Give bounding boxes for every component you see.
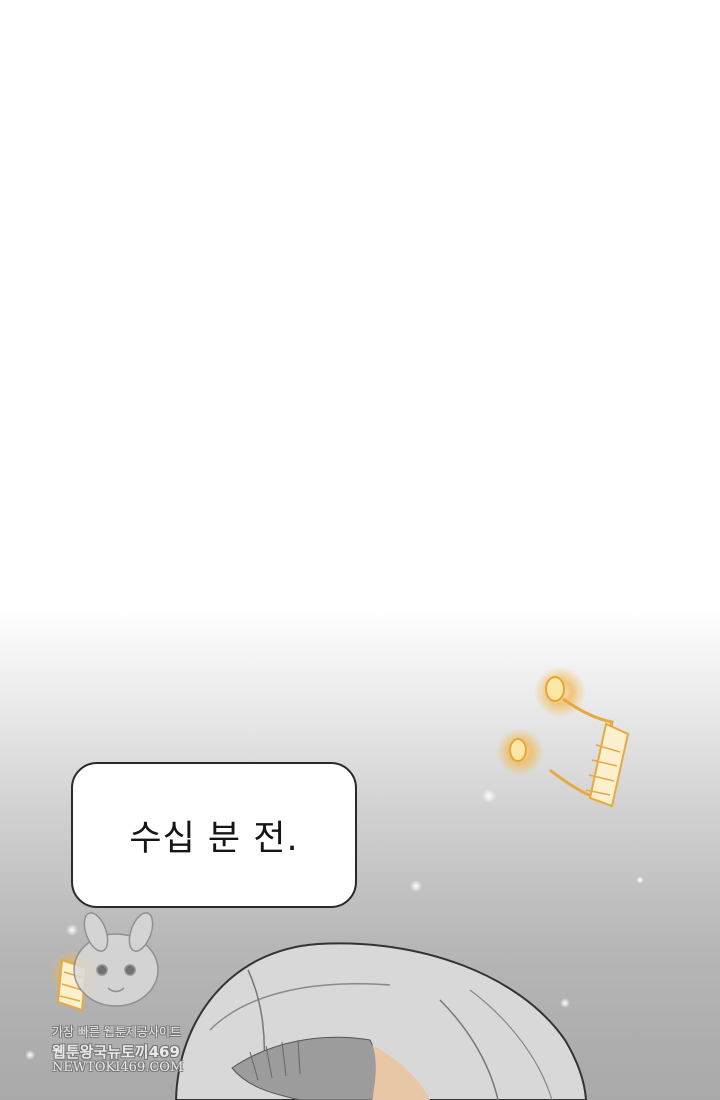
music-note-icon [496, 666, 630, 808]
site-watermark: 가장 빠른 웹툰제공사이트 웹툰왕국뉴토끼469 NEWTOKI469.COM [36, 910, 196, 1080]
watermark-tagline: 가장 빠른 웹툰제공사이트 [52, 1025, 182, 1039]
speech-text: 수십 분 전. [129, 818, 299, 859]
webtoon-panel: 수십 분 전. 가장 빠른 웹툰제공사이트 웹툰왕국뉴토끼469 NEWTOKI… [0, 0, 720, 1100]
speech-bubble: 수십 분 전. [71, 762, 357, 908]
watermark-url: NEWTOKI469.COM [52, 1060, 184, 1075]
character-head [174, 942, 588, 1100]
watermark-title: 웹툰왕국뉴토끼469 [52, 1043, 180, 1061]
mascot-logo [73, 912, 159, 1007]
